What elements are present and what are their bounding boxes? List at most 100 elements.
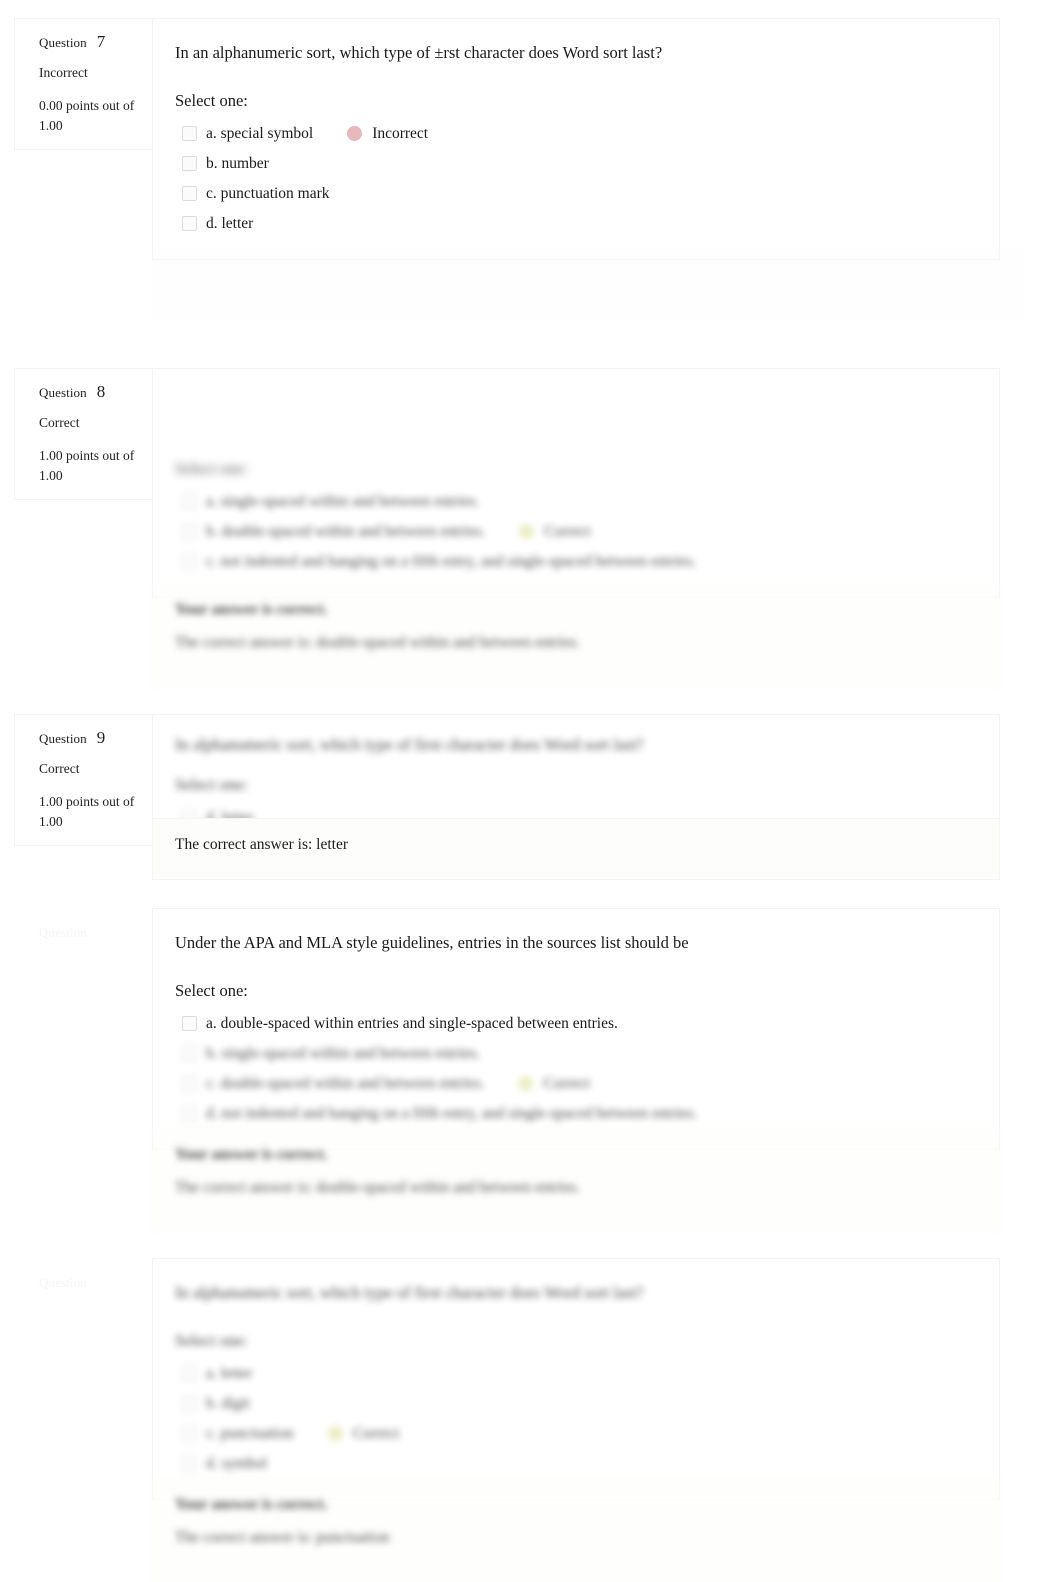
question-grade-line-1: 1.00 points out of	[39, 448, 135, 464]
question-block-10: Question Under the APA and MLA style gui…	[14, 908, 1000, 1150]
answer-option[interactable]: a. double-spaced within entries and sing…	[175, 1009, 977, 1039]
answer-option[interactable]: c. not indented and hanging on a fifth e…	[175, 547, 977, 577]
radio-button-icon[interactable]	[182, 524, 197, 540]
question-text: Under the APA and MLA style guidelines, …	[175, 933, 689, 952]
answer-feedback-text: Correct	[352, 1424, 400, 1442]
feedback-correct-answer-line: The correct answer is: double-spaced wit…	[175, 1178, 580, 1196]
answer-option[interactable]: a. letter	[175, 1359, 977, 1389]
question-grade: 1.00 points out of 1.00	[39, 792, 138, 831]
feedback-response-line: Your answer is correct.	[175, 1496, 328, 1513]
radio-button-icon[interactable]	[182, 1046, 197, 1062]
feedback-correct-answer-line: The correct answer is: punctuation	[175, 1528, 390, 1546]
answer-option[interactable]: d. symbol	[175, 1449, 977, 1479]
question-state-badge: Incorrect	[39, 65, 88, 81]
question-block-11: Question In alphanumeric sort, which typ…	[14, 1258, 1000, 1500]
answer-label: c. punctuation	[206, 1425, 294, 1443]
question-grade-line-2	[39, 1356, 138, 1376]
question-content-7: In an alphanumeric sort, which type of ±…	[152, 18, 1000, 260]
question-grade-line-1	[39, 986, 138, 1006]
question-grade-line-1: 0.00 points out of	[39, 98, 135, 114]
answer-label: c. double-spaced within and between entr…	[206, 1075, 485, 1093]
radio-button-icon[interactable]	[182, 1426, 197, 1442]
answer-list-11: a. letter b. digit c. punctuation Correc…	[175, 1359, 977, 1479]
answer-option[interactable]: c. punctuation Correct	[175, 1419, 977, 1449]
correct-marker-icon	[518, 1076, 534, 1092]
answer-label: a. single-spaced within and between entr…	[206, 493, 480, 511]
question-grade: 0.00 points out of 1.00	[39, 96, 138, 135]
radio-button-icon[interactable]	[182, 1106, 197, 1122]
select-one-label: Select one:	[175, 980, 248, 1000]
question-number: 9	[96, 728, 106, 747]
question-block-8: Question 8 Correct 1.00 points out of 1.…	[14, 368, 1000, 598]
radio-button-icon[interactable]	[182, 156, 197, 172]
answer-option[interactable]: d. not indented and hanging on a fifth e…	[175, 1099, 977, 1129]
answer-option[interactable]: b. number	[175, 149, 977, 179]
answer-feedback-text: Incorrect	[372, 124, 429, 142]
radio-button-icon[interactable]	[182, 494, 197, 510]
question-state-badge: Correct	[39, 761, 80, 777]
correct-marker-icon	[327, 1426, 343, 1442]
question-grade-line-1: 1.00 points out of	[39, 794, 135, 810]
correct-marker-icon	[519, 524, 535, 540]
answer-label: b. single-spaced within and between entr…	[206, 1045, 481, 1063]
answer-label: c. punctuation mark	[206, 185, 330, 203]
radio-button-icon[interactable]	[182, 216, 197, 232]
question-grade-line-1	[39, 1336, 138, 1356]
question-content-8: Select one: a. single-spaced within and …	[152, 368, 1000, 598]
answer-list-10: a. double-spaced within entries and sing…	[175, 1009, 977, 1129]
question-state-badge	[39, 953, 138, 974]
radio-button-icon[interactable]	[182, 554, 197, 570]
question-grade	[39, 986, 138, 1025]
question-info-11: Question	[14, 1258, 152, 1391]
answer-label: b. double-spaced within and between entr…	[206, 523, 486, 541]
question-text: In alphanumeric sort, which type of firs…	[175, 1283, 644, 1302]
answer-label: b. number	[206, 155, 269, 173]
question-grade-line-2: 1.00	[39, 117, 63, 133]
answer-label: d. letter	[206, 215, 254, 233]
answer-option[interactable]: b. double-spaced within and between entr…	[175, 517, 977, 547]
question-number-row-9: Question 9	[39, 729, 138, 749]
feedback-response-line: Your answer is correct.	[175, 601, 328, 618]
question-number-row-11: Question	[39, 1273, 138, 1293]
answer-option[interactable]: d. letter	[175, 209, 977, 239]
question-number-row-10: Question	[39, 923, 138, 943]
answer-feedback: Correct	[519, 522, 591, 541]
feedback-correct-answer-line: The correct answer is: double-spaced wit…	[175, 633, 580, 651]
question-feedback-8: Your answer is correct. The correct answ…	[152, 583, 1000, 687]
answer-option[interactable]: b. single-spaced within and between entr…	[175, 1039, 977, 1069]
answer-option[interactable]: c. punctuation mark	[175, 179, 977, 209]
question-feedback-10: Your answer is correct. The correct answ…	[152, 1128, 1000, 1232]
answer-label: a. double-spaced within entries and sing…	[206, 1015, 618, 1033]
radio-button-icon[interactable]	[182, 1076, 197, 1092]
answer-option[interactable]: a. special symbol Incorrect	[175, 119, 977, 149]
radio-button-icon[interactable]	[182, 1396, 197, 1412]
question-feedback-9: The correct answer is: letter	[152, 818, 1000, 880]
question-number: 7	[96, 32, 106, 51]
quiz-review-page: Question 7 Incorrect 0.00 points out of …	[0, 0, 1062, 1582]
radio-button-icon[interactable]	[182, 126, 197, 142]
question-grade	[39, 1336, 138, 1375]
radio-button-icon[interactable]	[182, 1366, 197, 1382]
question-word-label: Question	[39, 1273, 87, 1293]
question-word-label: Question	[39, 923, 87, 943]
answer-feedback: Incorrect	[347, 125, 428, 143]
select-one-label: Select one:	[175, 458, 248, 478]
answer-option[interactable]: a. single-spaced within and between entr…	[175, 487, 977, 517]
question-grade-line-2: 1.00	[39, 467, 63, 483]
question-number-row-7: Question 7	[39, 33, 138, 53]
answer-label: c. not indented and hanging on a fifth e…	[206, 553, 697, 571]
question-text: In an alphanumeric sort, which type of ±…	[175, 43, 663, 62]
select-one-label: Select one:	[175, 1330, 248, 1350]
radio-button-icon[interactable]	[182, 1456, 197, 1472]
answer-option[interactable]: c. double-spaced within and between entr…	[175, 1069, 977, 1099]
question-word-label: Question	[39, 385, 87, 400]
radio-button-icon[interactable]	[182, 1016, 197, 1032]
answer-list-8: a. single-spaced within and between entr…	[175, 487, 977, 577]
question-info-8: Question 8 Correct 1.00 points out of 1.…	[14, 368, 152, 501]
incorrect-marker-icon	[347, 126, 363, 142]
question-content-11: In alphanumeric sort, which type of firs…	[152, 1258, 1000, 1500]
answer-list-7: a. special symbol Incorrect b. number c.…	[175, 119, 977, 239]
answer-option[interactable]: b. digit	[175, 1389, 977, 1419]
answer-feedback-text: Correct	[544, 522, 591, 540]
radio-button-icon[interactable]	[182, 186, 197, 202]
